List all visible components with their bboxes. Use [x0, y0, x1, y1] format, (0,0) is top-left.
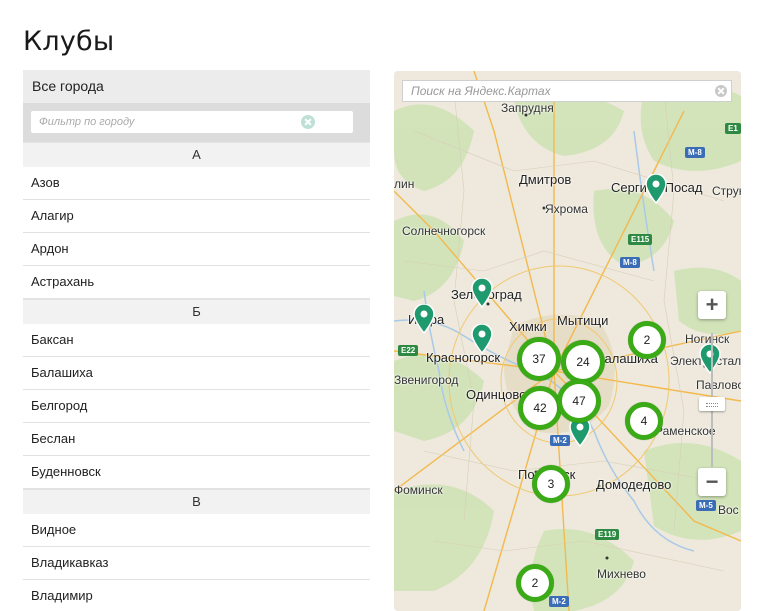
map-label-mytishchi: Мытищи	[557, 313, 609, 328]
road-badge-m8-south: M-8	[620, 257, 640, 268]
map-label-mikhnevo: Михнево	[597, 567, 646, 581]
city-list-panel: Все города А Азов Алагир Ардон Астрахань…	[23, 70, 370, 611]
zoom-in-button[interactable]: +	[698, 291, 726, 319]
page-title: Клубы	[23, 26, 115, 57]
road-badge-e115: E115	[628, 234, 653, 245]
club-cluster[interactable]: 47	[557, 379, 601, 423]
city-item-azov[interactable]: Азов	[23, 167, 370, 200]
map-label-zvenigorod: Звенигород	[394, 373, 459, 387]
city-filter-bar	[23, 103, 370, 142]
club-pin-zelenograd[interactable]	[471, 278, 493, 308]
map-label-domodedovo: Домодедово	[596, 477, 672, 492]
road-badge-m8-north: M-8	[685, 147, 705, 158]
all-cities-item[interactable]: Все города	[23, 70, 370, 103]
zoom-slider-handle[interactable]	[699, 397, 725, 411]
map-label-zaprudnya: Запрудня	[501, 101, 554, 115]
road-badge-m2: M-2	[550, 435, 570, 446]
map-label-dmitrov: Дмитров	[519, 172, 572, 187]
zoom-out-button[interactable]: −	[698, 468, 726, 496]
road-badge-e119: E119	[595, 529, 620, 540]
letter-header-v: В	[23, 489, 370, 514]
map-label-voskresensk: Вос	[718, 503, 739, 517]
clear-search-icon[interactable]	[715, 85, 727, 97]
city-item-beslan[interactable]: Беслан	[23, 423, 370, 456]
city-item-astrakhan[interactable]: Астрахань	[23, 266, 370, 299]
road-badge-m2-south: M-2	[549, 596, 569, 607]
club-cluster[interactable]: 42	[518, 386, 562, 430]
map-label-fominsk: Фоминск	[394, 483, 443, 497]
city-item-vladikavkaz[interactable]: Владикавказ	[23, 547, 370, 580]
city-item-baksan[interactable]: Баксан	[23, 324, 370, 357]
letter-header-a: А	[23, 142, 370, 167]
map-search-input[interactable]: Поиск на Яндекс.Картах	[402, 80, 732, 102]
club-pin-krasnogorsk[interactable]	[471, 324, 493, 354]
map-label-ramenskoe: Раменское	[655, 424, 716, 438]
road-badge-e1: E1	[725, 123, 741, 134]
map-label-yakhroma: Яхрома	[545, 202, 588, 216]
city-item-vladimir[interactable]: Владимир	[23, 580, 370, 611]
city-item-ardon[interactable]: Ардон	[23, 233, 370, 266]
letter-header-b: Б	[23, 299, 370, 324]
clear-filter-icon[interactable]	[301, 115, 315, 129]
club-pin-elektrostal[interactable]	[699, 344, 721, 374]
map-label-strun: Струн	[712, 184, 741, 198]
club-cluster[interactable]: 4	[625, 402, 663, 440]
city-item-alagir[interactable]: Алагир	[23, 200, 370, 233]
club-cluster[interactable]: 24	[561, 340, 605, 384]
club-pin-istra[interactable]	[413, 304, 435, 334]
road-badge-m5: M-5	[696, 500, 716, 511]
map-label-pavlovo: Павлово	[696, 378, 741, 392]
city-item-budennovsk[interactable]: Буденновск	[23, 456, 370, 489]
map-widget[interactable]: Поиск на Яндекс.Картах Запрудня Дмитров …	[394, 71, 741, 611]
map-label-solnechnogorsk: Солнечногорск	[402, 224, 486, 238]
club-cluster[interactable]: 37	[517, 337, 561, 381]
city-item-belgorod[interactable]: Белгород	[23, 390, 370, 423]
map-label-odintsovo: Одинцово	[466, 387, 527, 402]
city-item-vidnoe[interactable]: Видное	[23, 514, 370, 547]
club-cluster[interactable]: 3	[532, 465, 570, 503]
club-pin-sergiev-posad[interactable]	[645, 174, 667, 204]
road-badge-e22: E22	[398, 345, 419, 356]
map-label-khimki: Химки	[509, 319, 547, 334]
club-cluster[interactable]: 2	[628, 321, 666, 359]
city-item-balashikha[interactable]: Балашиха	[23, 357, 370, 390]
club-cluster[interactable]: 2	[516, 564, 554, 602]
map-label-klin: лин	[394, 177, 415, 191]
